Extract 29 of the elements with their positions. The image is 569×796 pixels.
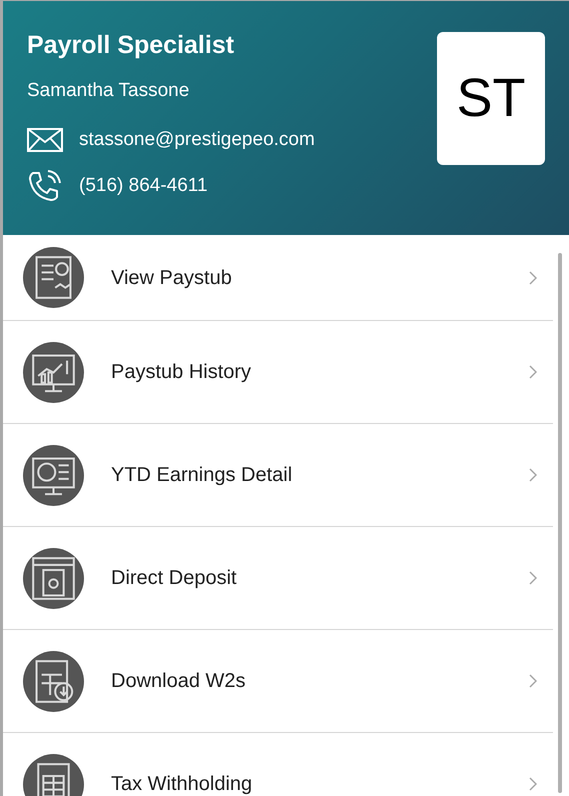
document-download-icon: [23, 650, 84, 712]
menu-item[interactable]: Download W2s: [3, 630, 553, 733]
chevron-icon: [529, 674, 537, 688]
menu-label: View Paystub: [111, 266, 233, 290]
menu-item[interactable]: View Paystub: [3, 235, 553, 321]
menu-label: Direct Deposit: [111, 566, 238, 591]
menu-item[interactable]: Tax Withholding: [3, 733, 553, 796]
menu-label: Paystub History: [111, 360, 252, 385]
menu-item[interactable]: Paystub History: [3, 321, 553, 424]
menu-label: Tax Withholding: [111, 772, 254, 796]
paystub-icon: [23, 247, 84, 308]
chevron-icon: [529, 365, 537, 379]
chevron-icon: [529, 571, 537, 585]
chevron-icon: [529, 468, 537, 482]
monitor-chart-icon: [23, 342, 84, 402]
menu-label: Download W2s: [111, 669, 247, 694]
menu-item[interactable]: YTD Earnings Detail: [3, 424, 553, 527]
phone-icon: [27, 170, 63, 202]
menu-item[interactable]: Direct Deposit: [3, 527, 553, 630]
menu-label: YTD Earnings Detail: [111, 463, 294, 488]
employee-name: Samantha Tassone: [27, 79, 190, 103]
chevron-icon: [529, 270, 537, 284]
envelope-icon: [27, 128, 63, 152]
chevron-icon: [529, 777, 537, 791]
avatar: ST: [437, 32, 545, 165]
scrollbar[interactable]: [558, 253, 562, 793]
job-title: Payroll Specialist: [27, 30, 236, 61]
email-link[interactable]: stassone@prestigepeo.com: [79, 126, 315, 154]
phone-number[interactable]: (516) 864-4611: [79, 172, 208, 200]
